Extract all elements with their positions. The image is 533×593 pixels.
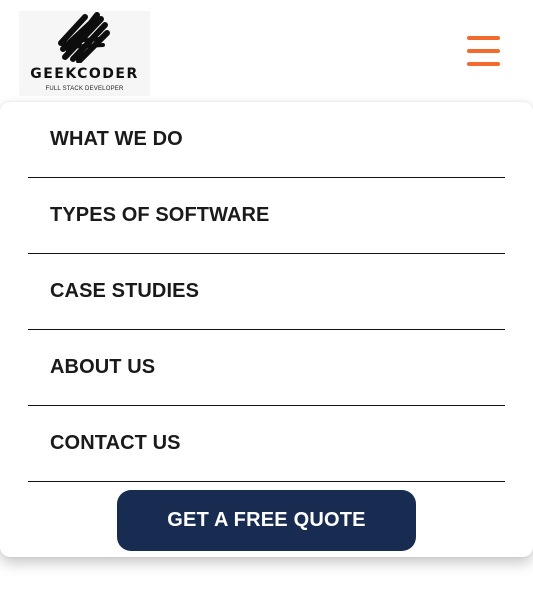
hamburger-bar bbox=[467, 36, 500, 40]
nav-item-contact-us[interactable]: CONTACT US bbox=[28, 406, 505, 482]
nav-item-types-of-software[interactable]: TYPES OF SOFTWARE bbox=[28, 178, 505, 254]
nav-item-label: WHAT WE DO bbox=[50, 128, 183, 150]
nav-item-label: CASE STUDIES bbox=[50, 280, 200, 302]
hamburger-bar bbox=[467, 62, 500, 66]
nav-item-what-we-do[interactable]: WHAT WE DO bbox=[28, 102, 505, 178]
logo-tagline: FULL STACK DEVELOPER bbox=[45, 86, 124, 92]
hamburger-bar bbox=[467, 49, 500, 53]
logo-icon bbox=[58, 12, 110, 63]
nav-item-label: ABOUT US bbox=[50, 356, 156, 378]
nav-item-label: TYPES OF SOFTWARE bbox=[50, 204, 270, 226]
nav-menu-panel: WHAT WE DO TYPES OF SOFTWARE CASE STUDIE… bbox=[0, 102, 533, 557]
hamburger-menu-icon[interactable] bbox=[465, 36, 502, 68]
nav-item-label: CONTACT US bbox=[50, 432, 181, 454]
logo-name: GEEKCODER bbox=[30, 66, 139, 82]
site-header: GEEKCODER FULL STACK DEVELOPER bbox=[0, 0, 533, 100]
nav-item-about-us[interactable]: ABOUT US bbox=[28, 330, 505, 406]
logo[interactable]: GEEKCODER FULL STACK DEVELOPER bbox=[19, 11, 150, 96]
nav-item-case-studies[interactable]: CASE STUDIES bbox=[28, 254, 505, 330]
get-free-quote-button[interactable]: GET A FREE QUOTE bbox=[117, 490, 416, 551]
